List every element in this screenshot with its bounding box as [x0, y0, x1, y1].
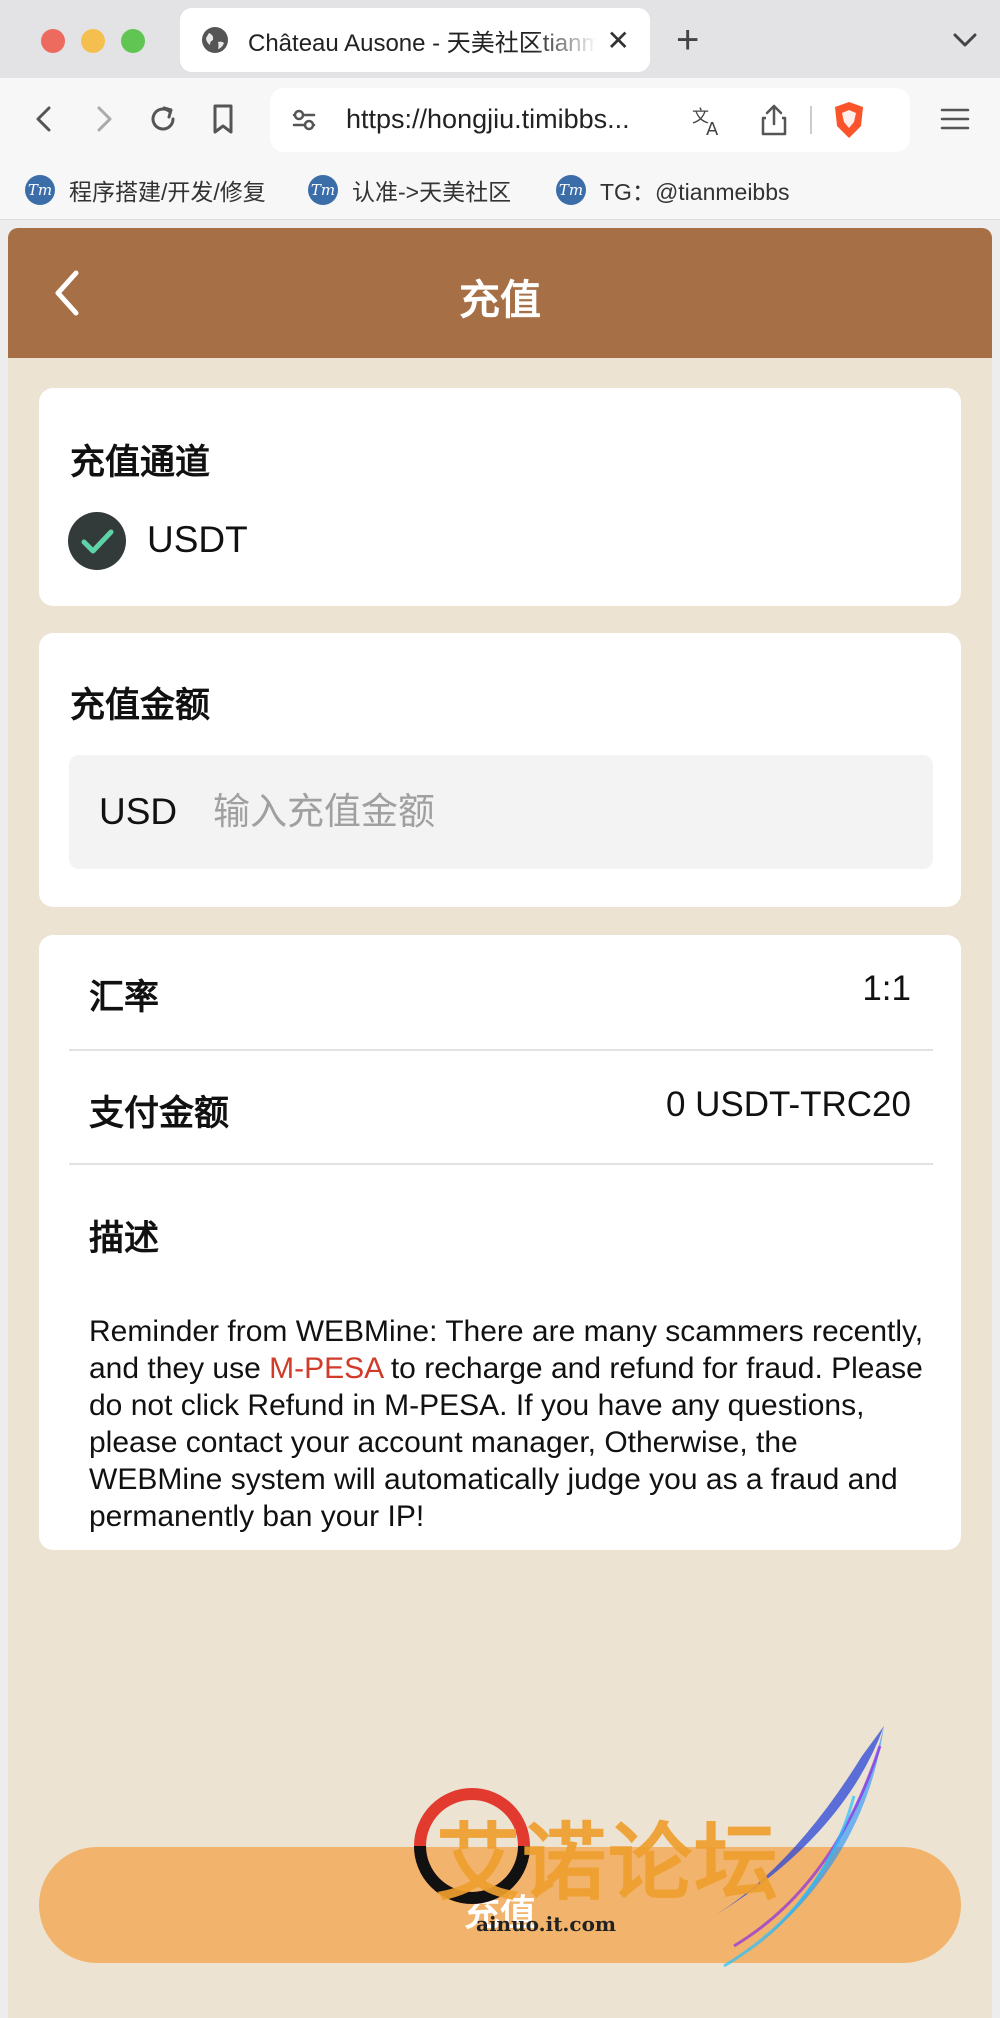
page-title: 充值 [459, 277, 541, 323]
amount-heading: 充值金额 [70, 686, 211, 725]
channel-option-usdt[interactable] [68, 512, 126, 570]
amount-input[interactable] [213, 777, 913, 847]
page-header: 充值 [8, 228, 992, 358]
rate-label: 汇率 [89, 978, 160, 1017]
bookmark-item[interactable]: Tm 程序搭建/开发/修复 [25, 172, 266, 208]
menu-icon [940, 108, 970, 130]
check-icon [81, 529, 114, 554]
forward-button[interactable] [80, 96, 126, 142]
arrow-right-icon [97, 106, 112, 132]
site-settings-icon[interactable] [288, 104, 320, 136]
bookmark-item[interactable]: Tm 认准->天美社区 [308, 172, 511, 208]
currency-label: USD [99, 791, 178, 832]
tab-title: Château Ausone - 天美社区tianmeibbs [248, 29, 597, 57]
menu-button[interactable] [932, 96, 978, 142]
browser-toolbar: https://hongjiu.timibbs... 文 A [0, 78, 1000, 160]
description-text: Reminder from WEBMine: There are many sc… [89, 1315, 924, 1533]
recharge-page: 充值 充值通道 USDT 充值金额 USD 汇率 1:1 支付金额 0 USDT… [8, 228, 992, 2018]
amount-card: 充值金额 USD [39, 633, 961, 907]
divider [69, 1163, 933, 1165]
close-window-button[interactable] [41, 29, 65, 53]
bookmark-button[interactable] [200, 96, 246, 142]
url-text[interactable]: https://hongjiu.timibbs... [346, 104, 630, 135]
submit-label: 充值 [463, 1892, 536, 1933]
amount-field: USD [69, 755, 933, 869]
browser-tab[interactable]: Château Ausone - 天美社区tianmeibbs ✕ [180, 8, 650, 72]
channel-label[interactable]: USDT [147, 519, 248, 561]
payment-summary-card: 汇率 1:1 支付金额 0 USDT-TRC20 描述 Reminder fro… [39, 935, 961, 1550]
tm-logo-icon: Tm [25, 175, 55, 205]
chevron-down-icon[interactable] [950, 24, 980, 54]
tm-logo-icon: Tm [556, 175, 586, 205]
bookmark-label: 程序搭建/开发/修复 [69, 179, 266, 205]
channel-card: 充值通道 USDT [39, 388, 961, 606]
svg-text:A: A [706, 119, 719, 138]
highlight-text: M-PESA [269, 1352, 383, 1385]
channel-heading: 充值通道 [70, 443, 211, 482]
bookmark-label: TG：@tianmeibbs [600, 179, 790, 205]
recharge-submit-button[interactable]: 充值 [39, 1847, 961, 1963]
translate-icon[interactable]: 文 A [690, 102, 726, 138]
minimize-window-button[interactable] [81, 29, 105, 53]
new-tab-button[interactable]: + [676, 16, 699, 64]
back-button[interactable] [22, 96, 68, 142]
share-icon[interactable] [758, 102, 790, 138]
pay-amount-label: 支付金额 [89, 1094, 230, 1133]
rate-value: 1:1 [862, 969, 911, 1008]
bookmark-icon [213, 104, 233, 134]
divider [69, 1049, 933, 1051]
tm-logo-icon: Tm [308, 175, 338, 205]
bookmarks-bar: Tm 程序搭建/开发/修复 Tm 认准->天美社区 Tm TG：@tianmei… [0, 160, 1000, 220]
arrow-left-icon [36, 106, 51, 132]
globe-icon [202, 27, 228, 53]
zoom-window-button[interactable] [121, 29, 145, 53]
description-heading: 描述 [89, 1219, 160, 1258]
reload-button[interactable] [140, 96, 186, 142]
bookmark-item[interactable]: Tm TG：@tianmeibbs [556, 172, 790, 208]
address-bar[interactable]: https://hongjiu.timibbs... 文 A [270, 88, 910, 152]
address-bar-divider [810, 106, 812, 134]
brave-shields-icon[interactable] [830, 100, 868, 140]
pay-amount-value: 0 USDT-TRC20 [665, 1085, 911, 1124]
bookmark-label: 认准->天美社区 [352, 179, 512, 205]
browser-tab-bar: Château Ausone - 天美社区tianmeibbs ✕ + [0, 0, 1000, 78]
tab-close-icon[interactable]: ✕ [607, 24, 630, 57]
reload-icon [151, 106, 175, 131]
